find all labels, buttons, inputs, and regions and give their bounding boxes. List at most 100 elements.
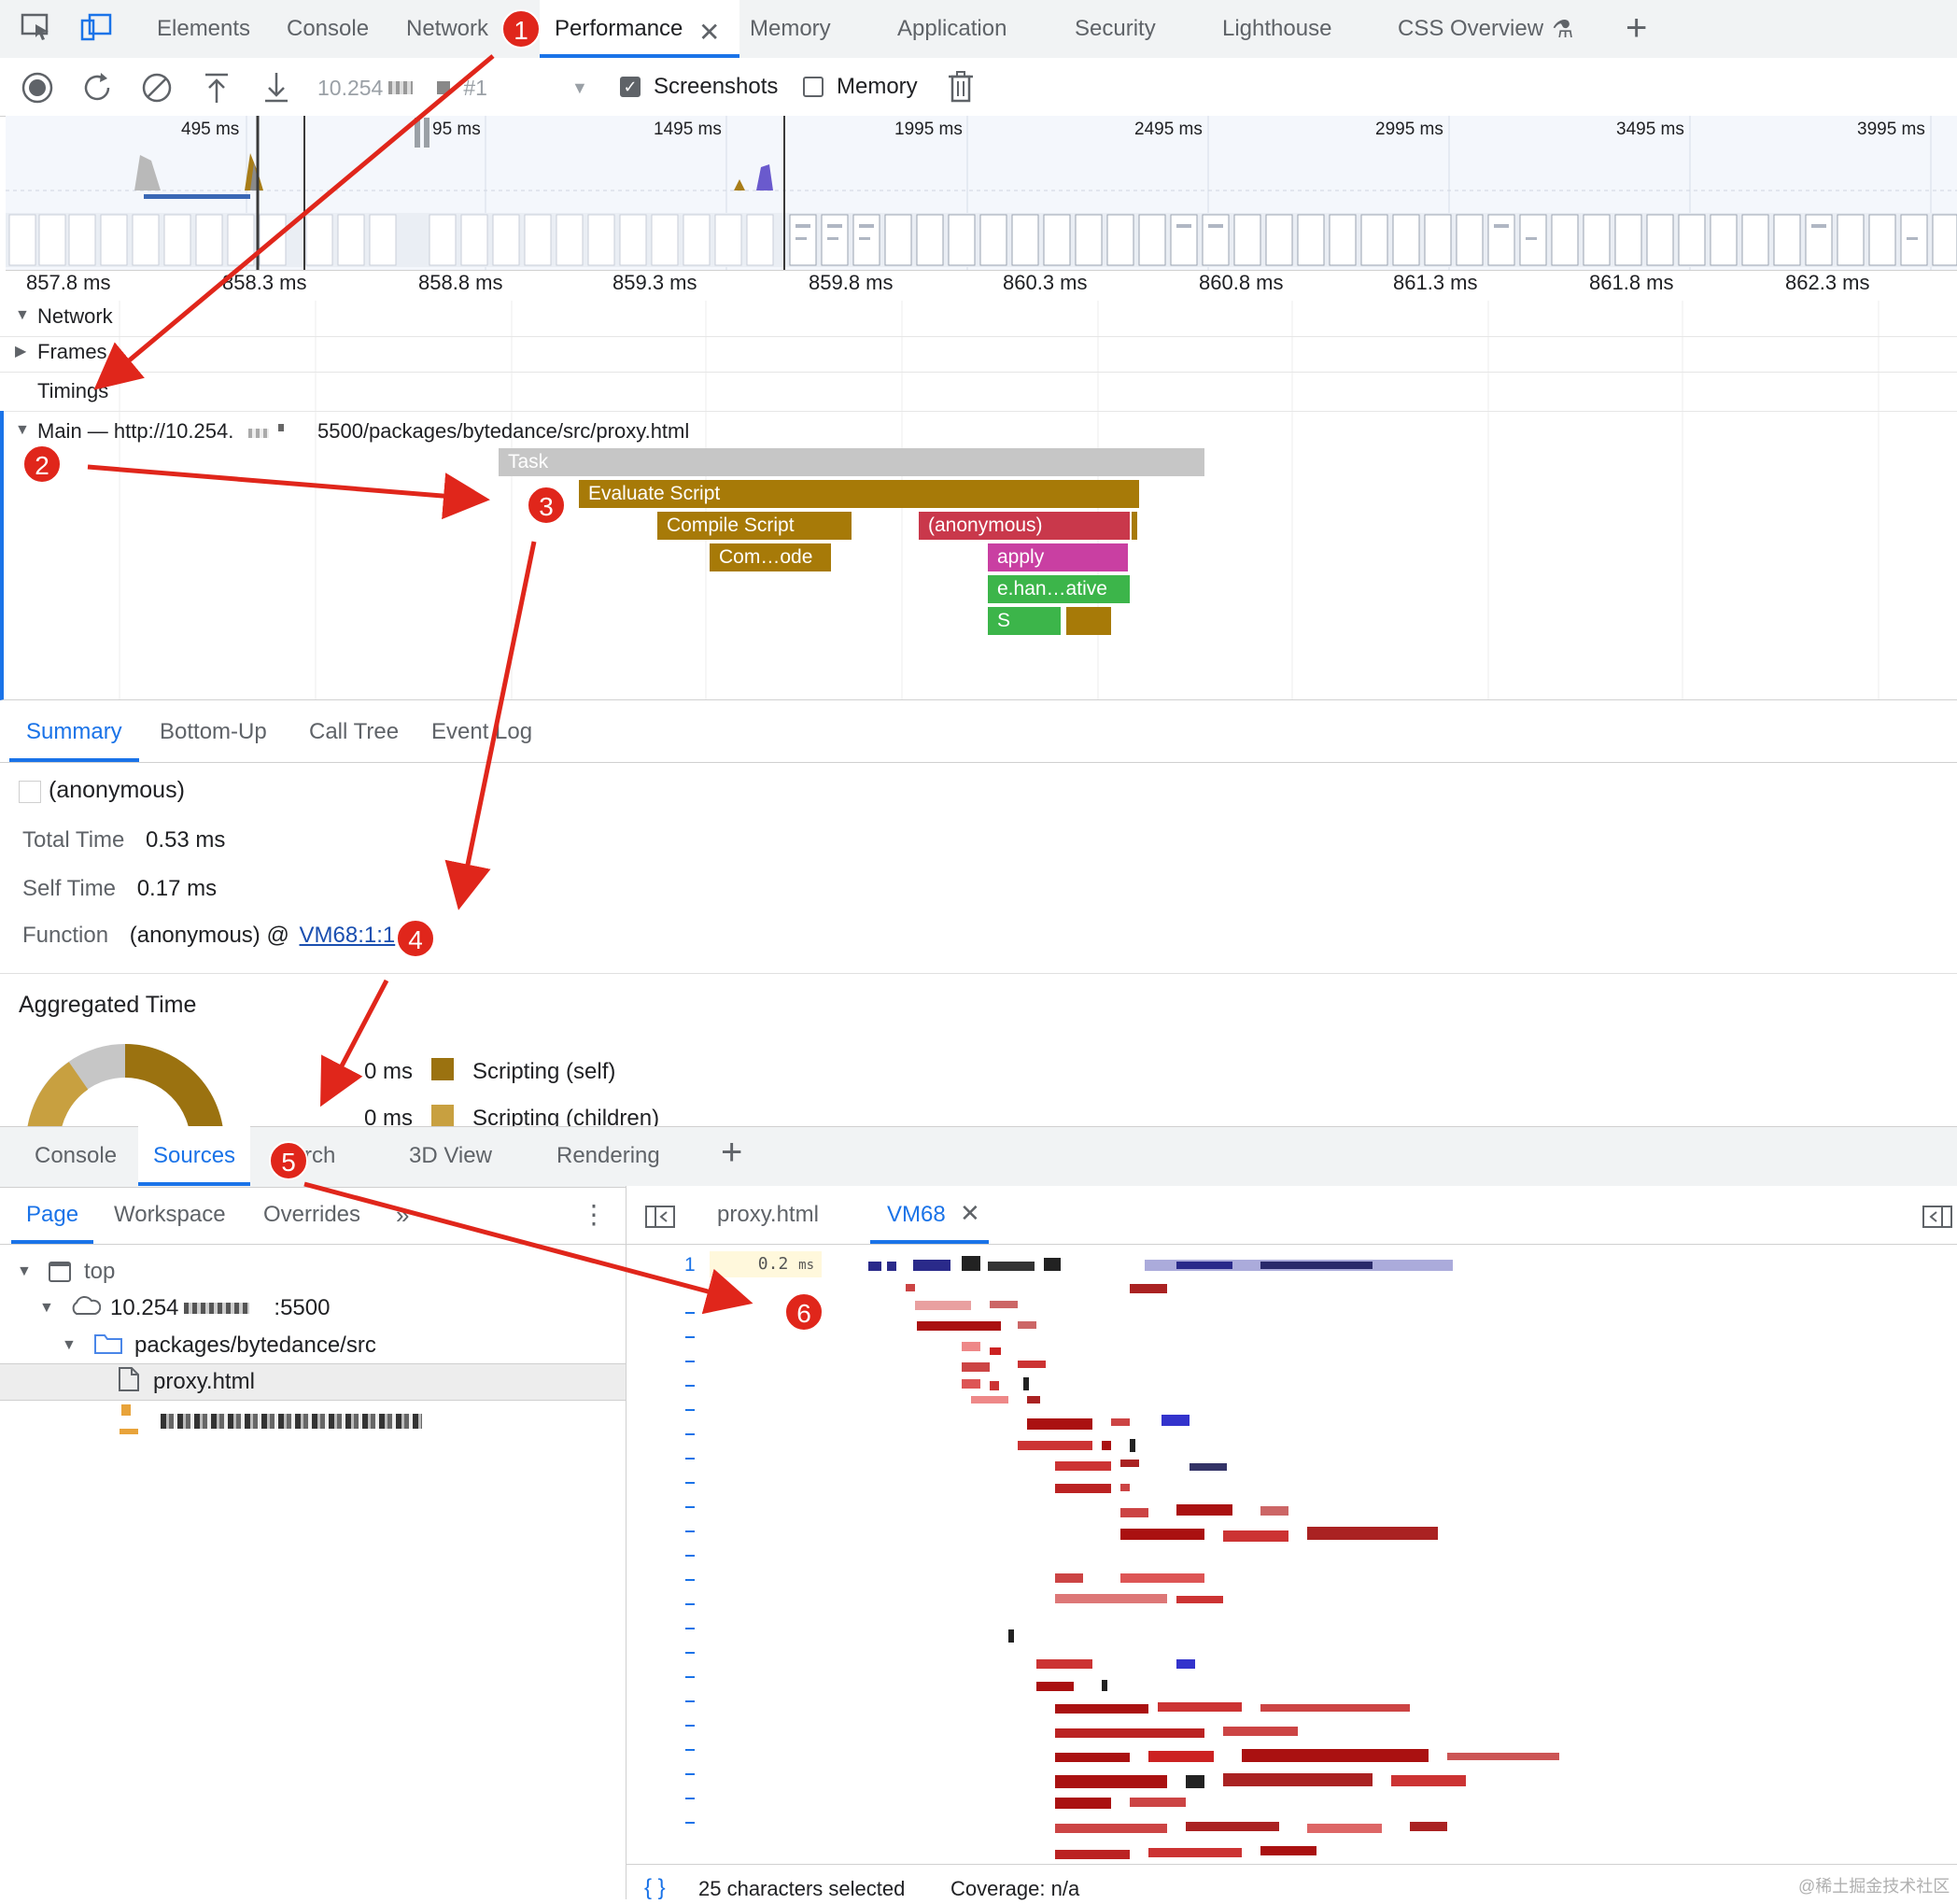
trash-icon[interactable]	[945, 69, 977, 109]
clear-icon[interactable]	[140, 71, 174, 109]
flame-s[interactable]: S	[988, 607, 1061, 635]
track-frames[interactable]: ▶ Frames	[0, 336, 1957, 373]
flame-anonymous-tail[interactable]	[1132, 512, 1137, 540]
tree-item-host[interactable]: ▼ 10.254 :5500	[39, 1291, 330, 1325]
flame-compile-script-label: Compile Script	[667, 515, 795, 536]
expanded-triangle-icon: ▼	[62, 1337, 77, 1353]
performance-toolbar	[0, 58, 1957, 117]
self-time-value: 0.17 ms	[136, 876, 218, 901]
inspect-element-icon[interactable]	[21, 13, 52, 41]
record-icon[interactable]	[21, 71, 54, 109]
tree-item-top[interactable]: ▼ top	[17, 1255, 115, 1289]
legend-swatch-scripting-self	[431, 1058, 454, 1080]
tab-network[interactable]: Network	[406, 0, 488, 58]
flame-evaluate-script[interactable]: Evaluate Script	[579, 480, 1139, 508]
overview-tick: 495 ms	[181, 120, 240, 139]
track-main-label: Main — http://10.254.	[37, 419, 234, 443]
editor-tab-proxy[interactable]: proxy.html	[717, 1186, 819, 1244]
recording-select[interactable]: 10.254 #1 ▼	[317, 73, 607, 103]
tree-item-file[interactable]: proxy.html	[0, 1363, 626, 1401]
blurred-filename	[161, 1414, 422, 1429]
flame-ehan[interactable]: e.han…ative	[988, 575, 1130, 603]
tab-memory[interactable]: Memory	[750, 0, 831, 58]
flame-apply[interactable]: apply	[988, 543, 1128, 571]
track-timings-label: Timings	[37, 379, 109, 402]
reload-icon[interactable]	[80, 71, 114, 109]
tab-elements[interactable]: Elements	[157, 0, 250, 58]
tab-application[interactable]: Application	[897, 0, 1007, 58]
script-icon	[121, 1404, 131, 1416]
tree-item-top-label: top	[84, 1259, 116, 1284]
tab-security[interactable]: Security	[1075, 0, 1156, 58]
frame-icon	[49, 1262, 71, 1282]
download-profile-icon[interactable]	[260, 71, 293, 109]
toggle-navigator-icon[interactable]	[644, 1205, 676, 1234]
drawer-tab-sources[interactable]: Sources	[138, 1126, 251, 1186]
tab-bottom-up[interactable]: Bottom-Up	[160, 702, 267, 762]
add-drawer-tab-icon[interactable]: +	[721, 1132, 742, 1174]
flame-task[interactable]: Task	[499, 448, 1204, 476]
tab-console[interactable]: Console	[287, 0, 369, 58]
function-link[interactable]: VM68:1:1	[300, 923, 396, 948]
upload-profile-icon[interactable]	[200, 71, 233, 109]
tab-css-overview[interactable]: CSS Overview	[1398, 0, 1543, 58]
pretty-print-button[interactable]: { }	[644, 1875, 666, 1901]
memory-checkbox[interactable]	[803, 77, 824, 97]
tree-item-folder-label: packages/bytedance/src	[134, 1333, 376, 1358]
tab-event-log[interactable]: Event Log	[431, 702, 532, 762]
flame-compile-code[interactable]: Com…ode	[710, 543, 831, 571]
screenshots-checkbox[interactable]: ✓	[620, 77, 641, 97]
cloud-icon	[69, 1295, 102, 1322]
tab-call-tree[interactable]: Call Tree	[309, 702, 399, 762]
add-tab-icon[interactable]: +	[1626, 7, 1647, 49]
overview-tick: 1995 ms	[894, 120, 963, 139]
track-network[interactable]: ▼ Network	[0, 301, 1957, 337]
navigator-tab-page[interactable]: Page	[11, 1186, 94, 1244]
drawer-tab-3d-view[interactable]: 3D View	[409, 1126, 492, 1186]
aggregated-donut-chart	[22, 1040, 228, 1126]
navigator-tab-workspace[interactable]: Workspace	[114, 1186, 226, 1244]
flame-compile-script[interactable]: Compile Script	[657, 512, 852, 540]
aggregated-time-title: Aggregated Time	[19, 992, 197, 1018]
ruler-tick: 858.8 ms	[418, 271, 503, 294]
tab-lighthouse[interactable]: Lighthouse	[1222, 0, 1331, 58]
screenshots-label: Screenshots	[654, 74, 779, 99]
drawer-tab-console[interactable]: Console	[35, 1126, 117, 1186]
annotation-badge-1: 1	[501, 9, 541, 49]
track-timings[interactable]: Timings	[0, 372, 1957, 412]
overview-tick: 95 ms	[432, 120, 481, 139]
total-time-row: Total Time 0.53 ms	[22, 827, 225, 853]
expanded-triangle-icon: ▼	[39, 1300, 54, 1316]
device-toolbar-icon[interactable]	[80, 13, 112, 41]
drawer-tab-rendering[interactable]: Rendering	[556, 1126, 660, 1186]
ruler-tick: 859.3 ms	[612, 271, 697, 294]
flame-anonymous[interactable]: (anonymous)	[919, 512, 1130, 540]
close-tab-icon[interactable]: ✕	[960, 1199, 980, 1228]
flask-icon: ⚗	[1552, 15, 1574, 43]
close-tab-icon[interactable]: ✕	[698, 17, 720, 48]
navigator-tab-overrides[interactable]: Overrides	[263, 1186, 360, 1244]
summary-title: (anonymous)	[49, 777, 185, 803]
flame-task-label: Task	[508, 451, 549, 472]
total-time-value: 0.53 ms	[146, 827, 226, 853]
more-tabs-icon[interactable]: »	[396, 1201, 409, 1230]
flame-evaluate-script-label: Evaluate Script	[588, 483, 721, 504]
summary-divider	[0, 973, 1957, 974]
expanded-triangle-icon: ▼	[15, 422, 30, 438]
kebab-menu-icon[interactable]: ⋮	[581, 1199, 607, 1230]
detail-tab-bar	[0, 700, 1957, 763]
overview-tick: 2995 ms	[1375, 120, 1443, 139]
tab-summary[interactable]: Summary	[9, 702, 139, 762]
chevron-down-icon: ▼	[570, 78, 588, 97]
tree-item-blurred[interactable]	[120, 1404, 428, 1436]
annotation-badge-4: 4	[396, 919, 435, 958]
flame-s-sibling[interactable]	[1066, 607, 1111, 635]
ruler-tick: 857.8 ms	[26, 271, 111, 294]
ruler-tick: 861.8 ms	[1589, 271, 1674, 294]
ruler-tick: 860.8 ms	[1199, 271, 1284, 294]
tree-item-host-label: 10.254	[110, 1295, 179, 1320]
tree-item-folder[interactable]: ▼ packages/bytedance/src	[62, 1329, 376, 1362]
drawer-tab-search[interactable]: rch	[304, 1126, 335, 1186]
toggle-debugger-icon[interactable]	[1922, 1205, 1953, 1234]
function-value: (anonymous) @	[129, 923, 289, 948]
